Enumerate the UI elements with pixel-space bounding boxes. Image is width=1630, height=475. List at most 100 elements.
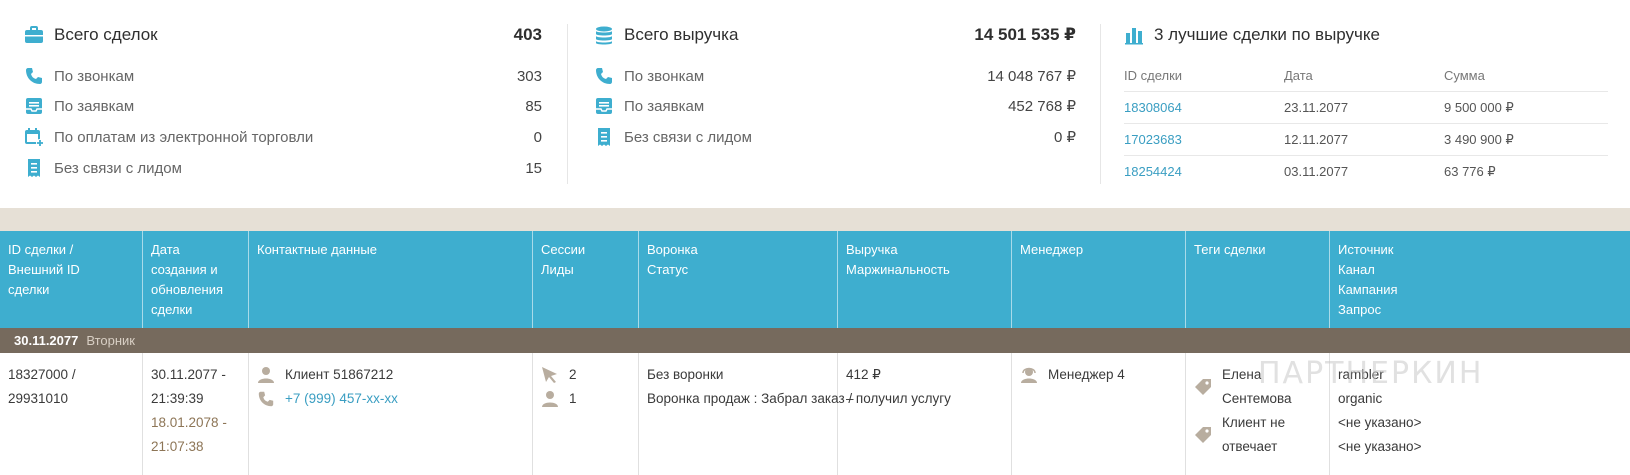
col-header-funnel-status[interactable]: Воронка Статус — [639, 231, 838, 328]
header-line: Кампания — [1338, 282, 1398, 297]
headset-user-icon — [1021, 367, 1037, 383]
top-deal-sum: 63 776 ₽ — [1444, 164, 1496, 179]
coins-icon — [596, 26, 612, 45]
header-line: Контактные данные — [257, 242, 377, 257]
header-line: Маржинальность — [846, 262, 950, 277]
bar-chart-icon — [1125, 28, 1143, 45]
created-time: 21:39:39 — [151, 391, 204, 406]
revenue-row-calls-value: 14 048 767 ₽ — [987, 68, 1076, 85]
deals-row-calls-value: 303 — [516, 67, 542, 85]
header-line: Дата — [151, 242, 180, 257]
top-deal-date: 23.11.2077 — [1284, 100, 1349, 115]
top-deal-id-link[interactable]: 18308064 — [1124, 100, 1182, 115]
summary-section: Всего сделок 403 По звонкам 303 По заявк… — [0, 0, 1630, 208]
tag-label: Клиент не отвечает — [1222, 415, 1286, 454]
col-header-manager[interactable]: Менеджер — [1012, 231, 1186, 328]
summary-divider — [567, 24, 568, 184]
top-deal-sum: 9 500 000 ₽ — [1444, 100, 1514, 115]
created-date: 30.11.2077 - — [151, 367, 226, 382]
header-line: Менеджер — [1020, 242, 1084, 257]
top-deals-table-header: ID сделки Дата Сумма — [1124, 64, 1608, 88]
top-deals-col-date: Дата — [1284, 68, 1313, 83]
manager-name: Менеджер 4 — [1048, 367, 1125, 382]
deals-summary-header: Всего сделок 403 — [24, 22, 542, 48]
contact-phone-line: +7 (999) 457-xx-xx — [257, 387, 524, 411]
deals-row-nolead-label: Без связи с лидом — [54, 159, 182, 177]
col-header-revenue-margin[interactable]: Выручка Маржинальность — [838, 231, 1012, 328]
header-line: Источник — [1338, 242, 1394, 257]
contact-phone-link[interactable]: +7 (999) 457-xx-xx — [285, 391, 398, 406]
group-date: 30.11.2077 — [14, 333, 79, 348]
col-header-source[interactable]: Источник Канал Кампания Запрос — [1330, 231, 1630, 328]
revenue-summary-header: Всего выручка 14 501 535 ₽ — [594, 22, 1076, 48]
deals-row-ecommerce: По оплатам из электронной торговли 0 — [24, 125, 542, 149]
query-value: <не указано> — [1338, 439, 1422, 454]
header-line: Теги сделки — [1194, 242, 1266, 257]
leads-line: 1 — [541, 387, 630, 411]
user-icon — [258, 367, 274, 383]
deals-row-nolead: Без связи с лидом 15 — [24, 156, 542, 180]
tag-item: Елена Сентемова — [1194, 363, 1321, 411]
updated-date: 18.01.2078 - — [151, 415, 227, 430]
top-deal-sum: 3 490 900 ₽ — [1444, 132, 1514, 147]
summary-divider — [1100, 24, 1101, 184]
header-line: Лиды — [541, 262, 574, 277]
cell-manager: Менеджер 4 — [1012, 353, 1186, 475]
margin-value: – — [846, 391, 854, 406]
user-icon — [542, 391, 558, 407]
col-header-contacts[interactable]: Контактные данные — [249, 231, 533, 328]
revenue-row-requests-value: 452 768 ₽ — [1008, 98, 1076, 115]
revenue-row-requests-label: По заявкам — [624, 97, 705, 115]
top-deal-date: 12.11.2077 — [1284, 132, 1349, 147]
deals-row-ecommerce-label: По оплатам из электронной торговли — [54, 128, 314, 146]
deals-total-value: 403 — [513, 25, 542, 44]
sessions-line: 2 — [541, 363, 630, 387]
contact-name: Клиент 51867212 — [285, 367, 394, 382]
tag-icon — [1195, 379, 1211, 395]
top-deals-title: 3 лучшие сделки по выручке — [1154, 25, 1380, 44]
header-line: Сессии — [541, 242, 586, 257]
cell-tags: Елена Сентемова Клиент не отвечает — [1186, 353, 1330, 475]
receipt-icon — [28, 159, 40, 177]
inbox-icon — [26, 98, 42, 114]
header-line: создания и — [151, 262, 218, 277]
cell-source: rambler organic <не указано> <не указано… — [1330, 353, 1630, 475]
header-line: сделки — [8, 282, 50, 297]
inbox-icon — [596, 98, 612, 114]
col-header-sessions-leads[interactable]: Сессии Лиды — [533, 231, 639, 328]
deals-table-header: ID сделки / Внешний ID сделки Дата созда… — [0, 231, 1630, 328]
funnel-name: Без воронки — [647, 367, 724, 382]
tag-item: Клиент не отвечает — [1194, 411, 1321, 459]
deals-row-calls: По звонкам 303 — [24, 64, 542, 88]
tag-label: Елена Сентемова — [1222, 367, 1292, 406]
col-header-tags[interactable]: Теги сделки — [1186, 231, 1330, 328]
header-line: обновления — [151, 282, 223, 297]
deals-summary-title: Всего сделок — [54, 25, 158, 44]
cell-deal-id: 18327000 / 29931010 — [0, 353, 143, 475]
revenue-row-calls-label: По звонкам — [624, 67, 705, 85]
cursor-icon — [542, 367, 557, 383]
col-header-dates[interactable]: Дата создания и обновления сделки — [143, 231, 249, 328]
deals-row-calls-label: По звонкам — [54, 67, 135, 85]
revenue-row-calls: По звонкам 14 048 767 ₽ — [594, 64, 1076, 88]
contact-name-line: Клиент 51867212 — [257, 363, 524, 387]
top-deal-id-link[interactable]: 17023683 — [1124, 132, 1182, 147]
cell-sessions-leads: 2 1 — [533, 353, 639, 475]
table-row[interactable]: 18327000 / 29931010 30.11.2077 - 21:39:3… — [0, 353, 1630, 475]
manager-line: Менеджер 4 — [1020, 363, 1177, 387]
top-deal-id-link[interactable]: 18254424 — [1124, 164, 1182, 179]
cell-dates: 30.11.2077 - 21:39:39 18.01.2078 - 21:07… — [143, 353, 249, 475]
deals-row-nolead-value: 15 — [525, 159, 542, 177]
funnel-status: Воронка продаж : Забрал заказ / получил … — [647, 391, 951, 406]
revenue-row-nolead-label: Без связи с лидом — [624, 128, 752, 146]
header-line: Запрос — [1338, 302, 1382, 317]
top-deals-row: 18254424 03.11.2077 63 776 ₽ — [1124, 155, 1608, 187]
cell-revenue-margin: 412 ₽ – — [838, 353, 1012, 475]
tag-icon — [1195, 427, 1211, 443]
briefcase-icon — [25, 26, 43, 43]
phone-icon — [258, 391, 274, 407]
col-header-deal-id[interactable]: ID сделки / Внешний ID сделки — [0, 231, 143, 328]
header-line: сделки — [151, 302, 193, 317]
receipt-icon — [598, 128, 610, 146]
phone-icon — [596, 68, 612, 84]
